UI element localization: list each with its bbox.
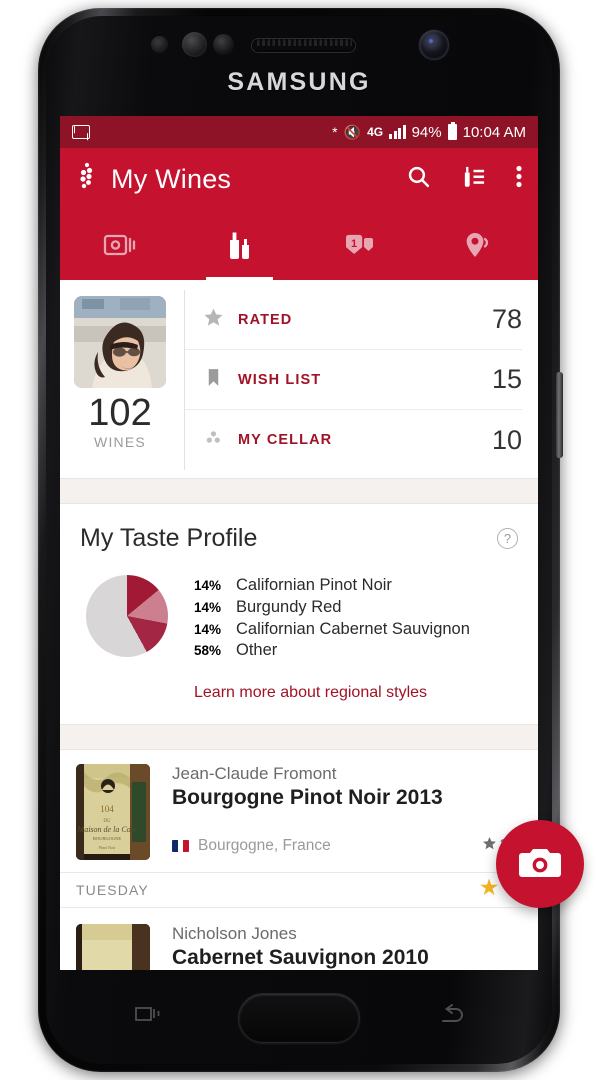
legend-percent: 14% — [194, 578, 222, 593]
star-icon — [482, 836, 497, 856]
bluetooth-icon: * — [332, 124, 338, 140]
battery-percent-label: 94% — [411, 123, 442, 141]
back-key[interactable] — [440, 1002, 468, 1026]
legend-item: 14% Californian Pinot Noir — [194, 575, 470, 597]
stat-row-rated[interactable]: RATED 78 — [185, 290, 522, 350]
day-header: TUESDAY — [60, 872, 538, 909]
stat-row-my-cellar[interactable]: MY CELLAR 10 — [185, 410, 522, 470]
stat-value: 10 — [491, 424, 522, 455]
stat-value: 78 — [491, 304, 522, 334]
recents-key[interactable] — [135, 1003, 161, 1024]
wine-region: Bourgogne, France — [198, 837, 331, 855]
taste-profile-section: My Taste Profile ? 14% Californian Pinot… — [60, 504, 538, 725]
svg-text:Maison de la Cote: Maison de la Cote — [77, 825, 137, 834]
earpiece-speaker — [251, 38, 356, 53]
svg-text:104: 104 — [100, 804, 114, 814]
wine-name: Bourgogne Pinot Noir 2013 — [172, 786, 443, 810]
stat-label: WISH LIST — [238, 371, 322, 388]
wine-info: Jean-Claude Fromont Bourgogne Pinot Noir… — [172, 764, 522, 860]
app-bar-actions — [406, 164, 522, 194]
stat-row-wish-list[interactable]: WISH LIST 15 — [185, 350, 522, 410]
stat-label: MY CELLAR — [238, 432, 333, 448]
home-key[interactable] — [238, 993, 360, 1043]
legend-percent: 14% — [194, 621, 222, 637]
bottle-list-icon[interactable] — [461, 164, 486, 194]
power-button[interactable] — [556, 372, 563, 458]
camera-icon — [519, 844, 561, 885]
taste-profile-legend: 14% Californian Pinot Noir 14% Burgundy … — [194, 575, 470, 662]
tab-bar: 1 — [60, 210, 538, 280]
overflow-menu-icon[interactable] — [516, 164, 522, 194]
stats-section: 102 WINES RATED 78 WISH LIST 15 MY CELLA… — [60, 280, 538, 478]
tab-feed[interactable] — [60, 210, 180, 280]
battery-icon — [447, 121, 457, 140]
svg-text:1: 1 — [351, 238, 357, 250]
section-spacer-2 — [60, 724, 538, 751]
status-bar: * 🔇 4G 94% 10:04 AM — [60, 116, 538, 148]
svg-text:Pinot Noir: Pinot Noir — [99, 845, 116, 850]
legend-label: Californian Cabernet Sauvignon — [236, 619, 470, 638]
tab-places[interactable] — [419, 210, 539, 280]
proximity-sensor — [151, 36, 168, 53]
search-icon[interactable] — [406, 164, 431, 194]
light-sensor — [182, 32, 207, 57]
wine-bottle-thumbnail: 104 DU Maison de la Cote BOURGOGNE Pinot… — [76, 764, 150, 861]
bookmark-icon — [203, 367, 224, 393]
tab-ranking[interactable]: 1 — [299, 210, 419, 280]
legend-label: Other — [236, 641, 278, 660]
legend-label: Californian Pinot Noir — [236, 576, 392, 594]
legend-item: 58% Other — [194, 640, 470, 662]
legend-percent: 14% — [194, 599, 222, 615]
tab-bottles[interactable] — [180, 210, 300, 280]
legend-item: 14% Californian Cabernet Sauvignon — [194, 619, 470, 641]
wine-count-label: WINES — [94, 433, 146, 450]
taste-profile-title: My Taste Profile — [80, 524, 258, 552]
help-icon[interactable]: ? — [497, 528, 518, 549]
wine-info: Nicholson Jones Cabernet Sauvignon 2010 — [172, 924, 522, 970]
phone-screen: * 🔇 4G 94% 10:04 AM My Wines 1 102 WINES… — [60, 116, 538, 970]
star-icon — [203, 307, 224, 333]
taste-profile-header: My Taste Profile ? — [80, 524, 518, 553]
stat-label: RATED — [238, 311, 293, 328]
legend-item: 14% Burgundy Red — [194, 597, 470, 619]
signal-strength-icon — [389, 125, 406, 139]
wine-producer: Nicholson Jones — [172, 924, 297, 944]
user-avatar[interactable] — [74, 296, 166, 388]
france-flag-icon — [172, 840, 189, 853]
network-type-label: 4G — [367, 125, 384, 139]
wine-bottle-thumbnail: Nicholson Jones — [76, 924, 150, 970]
section-spacer — [60, 478, 538, 504]
wine-count-value: 102 — [88, 392, 152, 434]
stat-value: 15 — [491, 364, 522, 394]
iris-sensor — [213, 34, 234, 55]
brand-logo: SAMSUNG — [227, 68, 371, 96]
learn-more-link[interactable]: Learn more about regional styles — [194, 684, 518, 702]
grape-cluster-icon — [76, 162, 98, 197]
wine-list-item[interactable]: 104 DU Maison de la Cote BOURGOGNE Pinot… — [60, 750, 538, 873]
stats-column: RATED 78 WISH LIST 15 MY CELLAR 10 — [184, 290, 538, 470]
front-camera — [419, 30, 449, 60]
add-wine-camera-button[interactable] — [496, 820, 584, 908]
gmail-icon — [72, 125, 90, 139]
svg-text:DU: DU — [103, 819, 111, 824]
wine-list-item[interactable]: ★ ☆ Nicholson Jones Nicholson Jones Cabe… — [60, 874, 538, 970]
page-title: My Wines — [111, 163, 232, 194]
vibrate-mute-icon: 🔇 — [343, 124, 362, 140]
wine-name: Cabernet Sauvignon 2010 — [172, 946, 429, 970]
taste-profile-body: 14% Californian Pinot Noir 14% Burgundy … — [80, 575, 518, 662]
status-icons: * 🔇 4G 94% 10:04 AM — [332, 121, 526, 141]
app-bar: My Wines — [60, 148, 538, 210]
profile-column: 102 WINES — [60, 290, 180, 470]
wine-meta: Bourgogne, France 2.2 — [172, 836, 522, 856]
filled-star-icon: ★ — [478, 874, 500, 901]
svg-text:BOURGOGNE: BOURGOGNE — [93, 836, 122, 841]
clock-label: 10:04 AM — [462, 123, 526, 141]
legend-label: Burgundy Red — [236, 597, 342, 616]
wine-producer: Jean-Claude Fromont — [172, 764, 337, 784]
grape-icon — [203, 427, 224, 453]
taste-profile-pie-chart — [86, 575, 168, 657]
legend-percent: 58% — [194, 643, 222, 659]
